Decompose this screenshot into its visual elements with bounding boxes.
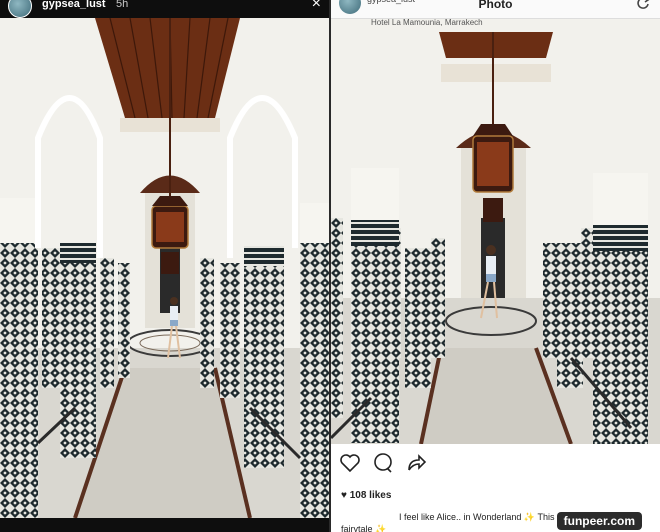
story-username[interactable]: gypsea_lust <box>42 0 106 10</box>
refresh-icon[interactable] <box>636 0 650 13</box>
post-actions <box>331 452 660 478</box>
avatar[interactable] <box>8 0 32 18</box>
story-photo <box>0 18 329 518</box>
story-timestamp: 5h <box>116 0 129 10</box>
close-icon[interactable]: × <box>312 0 321 12</box>
story-header: gypsea_lust 5h × <box>0 0 329 18</box>
likes-count[interactable]: ♥ 108 likes <box>341 490 391 501</box>
caption-line: fairytale ✨ <box>341 524 387 532</box>
likes-label: 108 likes <box>349 490 392 501</box>
page-title: Photo <box>478 0 513 11</box>
watermark-logo: funpeer.com <box>556 512 642 530</box>
post-location[interactable]: Hotel La Mamounia, Marrakech <box>371 18 483 27</box>
story-panel: gypsea_lust 5h × <box>0 0 329 532</box>
heart-icon[interactable] <box>339 452 361 474</box>
post-panel: gypsea_lust Photo Hotel La Mamounia, Mar… <box>331 0 660 532</box>
post-header: gypsea_lust Photo <box>331 0 660 19</box>
comment-icon[interactable] <box>372 452 394 474</box>
share-icon[interactable] <box>405 452 427 474</box>
post-photo[interactable] <box>331 18 660 444</box>
heart-icon: ♥ <box>341 490 347 501</box>
